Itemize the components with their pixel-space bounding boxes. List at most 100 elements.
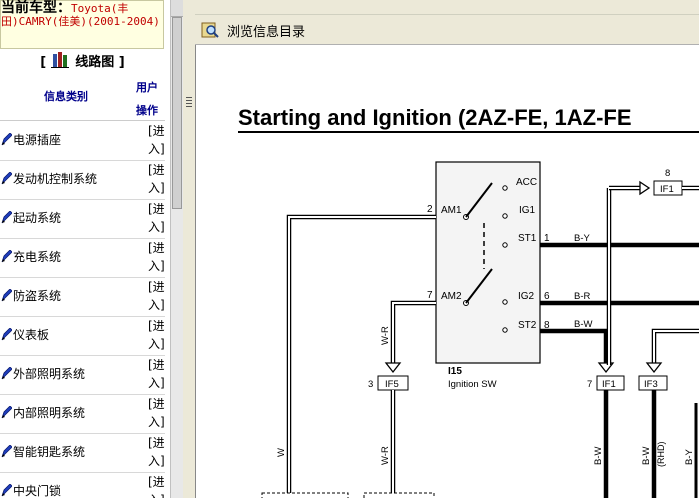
list-item-label[interactable]: 充电系统 (13, 238, 61, 277)
enter-link-line2[interactable]: 入] (148, 413, 168, 431)
list-item[interactable]: 智能钥匙系统 [进 入] (0, 433, 165, 473)
list-item[interactable]: 防盗系统 [进 入] (0, 277, 165, 317)
left-scrollbar[interactable] (170, 0, 184, 498)
grip-icon (186, 97, 192, 107)
enter-link-line1[interactable]: [进 (148, 395, 168, 413)
conn-if3: IF3 (644, 379, 658, 390)
pencil-icon (1, 484, 12, 497)
col-category: 信息类别 (44, 90, 88, 103)
list-item[interactable]: 内部照明系统 [进 入] (0, 394, 165, 434)
enter-link-line1[interactable]: [进 (148, 356, 168, 374)
pencil-icon (1, 289, 12, 302)
list-item[interactable]: 充电系统 [进 入] (0, 238, 165, 278)
list-item-label[interactable]: 发动机控制系统 (13, 160, 97, 199)
pencil-icon (1, 406, 12, 419)
pin-st1: 1 (544, 233, 550, 244)
pin-am1: 2 (427, 204, 433, 215)
enter-link-line1[interactable]: [进 (148, 239, 168, 257)
wire-ig2: B-R (574, 291, 591, 302)
enter-link-line2[interactable]: 入] (148, 335, 168, 353)
wire-if1-lower: B-W (593, 447, 604, 466)
pencil-icon (1, 133, 12, 146)
pencil-icon (1, 250, 12, 263)
list-item-label[interactable]: 起动系统 (13, 199, 61, 238)
list-item-label[interactable]: 中央门锁 (13, 472, 61, 498)
switch-id: I15 (448, 366, 462, 377)
list-item-label[interactable]: 防盗系统 (13, 277, 61, 316)
wire-if3-lower-b: (RHD) (656, 442, 666, 468)
enter-link-line1[interactable]: [进 (148, 122, 168, 140)
enter-link[interactable]: [进入] (148, 317, 168, 353)
enter-link-line2[interactable]: 入] (148, 257, 168, 275)
enter-link-line1[interactable]: [进 (148, 317, 168, 335)
term-ig1: IG1 (519, 205, 536, 216)
enter-link[interactable]: [进入] (148, 161, 168, 197)
col-action-line2: 操作 (136, 104, 158, 117)
browse-catalog-button[interactable]: 浏览信息目录 (201, 19, 305, 41)
diagram-title: 线路图 (75, 55, 115, 70)
term-am2: AM2 (441, 291, 462, 302)
enter-link-line2[interactable]: 入] (148, 296, 168, 314)
list-item-label[interactable]: 外部照明系统 (13, 355, 85, 394)
wire-if3-lower-c: B-Y (684, 449, 695, 466)
diagram-viewer[interactable]: Starting and Ignition (2AZ-FE, 1AZ-FE I1… (195, 45, 699, 498)
enter-link[interactable]: [进入] (148, 473, 168, 498)
list-item[interactable]: 外部照明系统 [进 入] (0, 355, 165, 395)
list-item-label[interactable]: 仪表板 (13, 316, 49, 355)
catalog-icon (201, 22, 219, 38)
list-item[interactable]: 发动机控制系统 [进 入] (0, 160, 165, 200)
enter-link-line1[interactable]: [进 (148, 200, 168, 218)
left-pane: 当前车型：Toyota(丰田)CAMRY(佳美)(2001-2004) [ 线路… (0, 0, 170, 498)
list-item-label[interactable]: 内部照明系统 (13, 394, 85, 433)
current-model-label: 当前车型： (1, 0, 71, 16)
enter-link-line2[interactable]: 入] (148, 452, 168, 470)
enter-link-line1[interactable]: [进 (148, 473, 168, 491)
conn-if5-pin: 3 (368, 379, 373, 390)
wire-am2: W-R (380, 326, 391, 345)
list-item-label[interactable]: 电源插座 (13, 121, 61, 160)
wire-am2-lower: W-R (380, 446, 391, 465)
wire-if3-lower-a: B-W (641, 447, 652, 466)
col-action: 用户 操作 (136, 76, 166, 122)
enter-link[interactable]: [进入] (148, 200, 168, 236)
enter-link-line2[interactable]: 入] (148, 218, 168, 236)
list-item-label[interactable]: 智能钥匙系统 (13, 433, 85, 472)
list-item[interactable]: 仪表板 [进 入] (0, 316, 165, 356)
enter-link[interactable]: [进入] (148, 239, 168, 275)
conn-if5: IF5 (385, 379, 399, 390)
term-st2: ST2 (518, 320, 537, 331)
enter-link-line2[interactable]: 入] (148, 140, 168, 158)
enter-link-line1[interactable]: [进 (148, 434, 168, 452)
list-item[interactable]: 起动系统 [进 入] (0, 199, 165, 239)
pane-splitter[interactable] (183, 0, 195, 498)
diagram-heading: [ 线路图 ] (0, 52, 165, 74)
conn-if1-pin: 7 (587, 379, 592, 390)
toolbar: 浏览信息目录 (195, 0, 699, 45)
enter-link-line2[interactable]: 入] (148, 491, 168, 498)
enter-link[interactable]: [进入] (148, 395, 168, 431)
enter-link-line2[interactable]: 入] (148, 179, 168, 197)
bracket-close: ] (118, 55, 125, 70)
ignition-switch-box (435, 161, 541, 364)
enter-link[interactable]: [进入] (148, 356, 168, 392)
enter-link-line2[interactable]: 入] (148, 374, 168, 392)
list-item[interactable]: 中央门锁 [进入] (0, 472, 165, 498)
list-item[interactable]: 电源插座 [进 入] (0, 121, 165, 161)
wiring-diagram: Starting and Ignition (2AZ-FE, 1AZ-FE I1… (238, 105, 699, 498)
books-icon (50, 52, 69, 68)
pencil-icon (1, 445, 12, 458)
conn-if1-top: IF1 (660, 184, 674, 195)
scroll-thumb[interactable] (172, 17, 182, 209)
enter-link[interactable]: [进入] (148, 278, 168, 314)
term-st1: ST1 (518, 233, 537, 244)
current-model-box: 当前车型：Toyota(丰田)CAMRY(佳美)(2001-2004) (0, 0, 164, 49)
wire-am1-lower: W (276, 448, 287, 457)
conn-if1-top-pin: 8 (665, 168, 670, 179)
browse-catalog-label: 浏览信息目录 (227, 24, 306, 40)
enter-link-line1[interactable]: [进 (148, 161, 168, 179)
diagram-title-text: Starting and Ignition (2AZ-FE, 1AZ-FE (238, 105, 632, 130)
enter-link[interactable]: [进入] (148, 122, 168, 158)
pencil-icon (1, 211, 12, 224)
enter-link-line1[interactable]: [进 (148, 278, 168, 296)
enter-link[interactable]: [进入] (148, 434, 168, 470)
